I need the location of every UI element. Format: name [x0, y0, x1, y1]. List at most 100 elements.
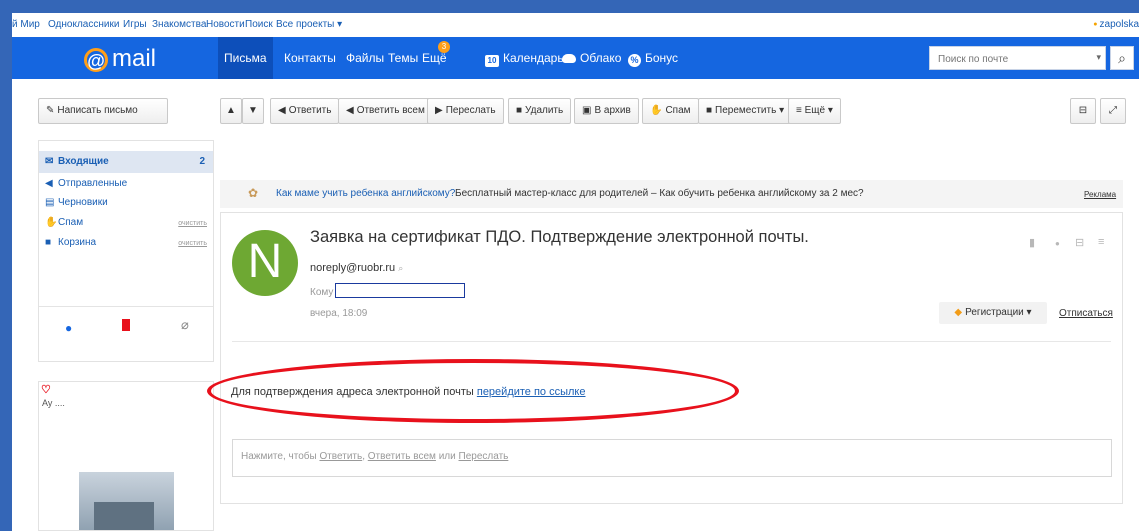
ad-banner-icon: ✿ — [248, 186, 259, 200]
nav-cloud-label: Облако — [580, 51, 622, 65]
arrow-down-icon: ▼ — [248, 105, 258, 116]
search-box: ▾ — [929, 46, 1106, 70]
spam-icon: ✋ — [45, 217, 58, 228]
clear-trash-link[interactable]: очистить — [178, 240, 207, 247]
move-label: Переместить ▾ — [715, 105, 785, 116]
nav-calendar-label: Календарь — [503, 51, 564, 65]
reply-label: Ответить — [288, 105, 332, 116]
compose-button[interactable]: ✎ Написать письмо — [38, 98, 168, 124]
cloud-icon — [562, 54, 576, 63]
message-sender[interactable]: noreply@ruobr.ru ⌕ — [310, 262, 403, 274]
folder-icon: ■ — [706, 105, 713, 116]
mail-logo[interactable]: @ mail — [84, 45, 156, 73]
ad-headline[interactable]: Как маме учить ребенка английскому? — [276, 188, 455, 199]
inbox-count: 2 — [199, 156, 205, 167]
inbox-icon: ✉ — [45, 156, 54, 167]
spam-button[interactable]: ✋ Спам — [642, 98, 699, 124]
more-actions-button[interactable]: ≡ Ещё ▾ — [788, 98, 841, 124]
folder-list: ✉ Входящие 2 ◀ Отправленные ▤ Черновики ✋Спа… — [38, 140, 214, 362]
folder-inbox[interactable]: ✉ Входящие 2 — [39, 151, 213, 173]
folder-sent[interactable]: ◀ Отправленные — [45, 178, 127, 189]
nav-cloud[interactable]: Облако — [562, 37, 621, 79]
quick-forward-link[interactable]: Переслать — [459, 451, 509, 462]
more-badge: 3 — [438, 41, 450, 53]
fullscreen-button[interactable]: ⤢ — [1100, 98, 1126, 124]
delete-label: Удалить — [525, 105, 564, 116]
read-status-dot-icon[interactable]: ● — [1055, 239, 1060, 248]
folder-spam[interactable]: ✋Спам — [45, 217, 83, 228]
sidebar-ad-text: Ау .... — [42, 398, 65, 408]
message-menu-icon[interactable]: ≡ — [1098, 236, 1104, 248]
thumbs-down-icon: ✋ — [650, 105, 663, 116]
search-button[interactable]: ⌕ — [1110, 46, 1134, 70]
search-input[interactable] — [936, 48, 1080, 70]
search-dropdown-icon[interactable]: ▾ — [1096, 52, 1101, 63]
category-button[interactable]: ◆ Регистрации ▾ — [939, 302, 1047, 324]
portal-link-ok[interactable]: Одноклассники — [48, 19, 119, 30]
header-divider — [232, 341, 1111, 342]
unread-filter-dot-icon[interactable]: ● — [65, 321, 72, 335]
message-view: N Заявка на сертификат ПДО. Подтверждени… — [207, 212, 1123, 504]
message-subject: Заявка на сертификат ПДО. Подтверждение … — [310, 228, 809, 246]
print-button[interactable]: ⊟ — [1070, 98, 1096, 124]
sidebar-ad[interactable]: ♡ Ау .... — [38, 381, 214, 531]
trash-icon: ■ — [45, 237, 52, 248]
reply-all-button[interactable]: ◀ Ответить всем — [338, 98, 433, 124]
sender-search-icon[interactable]: ⌕ — [398, 263, 403, 273]
compose-label: Написать письмо — [57, 105, 138, 116]
quick-reply-box[interactable]: Нажмите, чтобы Ответить, Ответить всем и… — [232, 439, 1112, 477]
at-logo-icon: @ — [84, 48, 108, 72]
folder-drafts[interactable]: ▤ Черновики — [45, 197, 108, 208]
ad-image-detail — [94, 502, 154, 530]
portal-link-mir[interactable]: й Мир — [12, 19, 40, 30]
prev-message-button[interactable]: ▲ — [220, 98, 242, 124]
folder-drafts-label: Черновики — [58, 197, 108, 208]
move-button[interactable]: ■ Переместить ▾ — [698, 98, 793, 124]
main-header: @ mail Письма Контакты Файлы Темы Ещё 3 1… — [12, 37, 1139, 79]
folder-trash-label: Корзина — [58, 237, 97, 248]
nav-calendar[interactable]: 10 Календарь — [485, 37, 564, 79]
portal-link-news[interactable]: Новости — [206, 19, 245, 30]
archive-button[interactable]: ▣ В архив — [574, 98, 639, 124]
tag-icon: ◆ — [954, 307, 963, 318]
sender-avatar: N — [232, 230, 298, 296]
portal-link-dating[interactable]: Знакомства — [152, 19, 206, 30]
message-date: вчера, 18:09 — [310, 308, 368, 319]
search-icon: ⌕ — [1118, 50, 1126, 66]
category-label: Регистрации ▾ — [965, 307, 1032, 318]
ad-label[interactable]: Реклама — [1084, 190, 1116, 199]
nav-letters[interactable]: Письма — [218, 37, 273, 79]
message-print-icon[interactable]: ⊟ — [1075, 236, 1084, 249]
nav-bonus-label: Бонус — [645, 51, 679, 65]
portal-link-all-projects[interactable]: Все проекты ▾ — [276, 19, 342, 30]
portal-link-games[interactable]: Игры — [123, 19, 147, 30]
nav-contacts[interactable]: Контакты — [284, 37, 336, 79]
clear-spam-link[interactable]: очистить — [178, 220, 207, 227]
drafts-icon: ▤ — [45, 197, 55, 208]
ad-banner[interactable]: ✿ Как маме учить ребенка английскому? Бе… — [220, 180, 1123, 208]
portal-user-link[interactable]: zapolska — [1093, 19, 1139, 30]
printer-icon: ⊟ — [1078, 105, 1088, 116]
attachment-filter-icon[interactable]: ⌀ — [181, 317, 189, 333]
annotation-ellipse — [207, 359, 739, 423]
flag-filter-icon[interactable] — [122, 319, 130, 331]
nav-files[interactable]: Файлы — [346, 37, 384, 79]
unsubscribe-link[interactable]: Отписаться — [1059, 308, 1113, 319]
quick-reply-sep2: или — [435, 451, 459, 462]
quick-reply-link[interactable]: Ответить — [319, 451, 362, 462]
reply-button[interactable]: ◀ Ответить — [270, 98, 340, 124]
next-message-button[interactable]: ▼ — [242, 98, 264, 124]
delete-button[interactable]: ■ Удалить — [508, 98, 572, 124]
ad-text: Бесплатный мастер-класс для родителей – … — [455, 188, 864, 199]
forward-button[interactable]: ▶ Переслать — [427, 98, 504, 124]
expand-icon: ⤢ — [1109, 105, 1117, 116]
folder-trash[interactable]: ■ Корзина — [45, 237, 96, 248]
folder-spam-label: Спам — [58, 217, 84, 228]
nav-bonus[interactable]: % Бонус — [628, 37, 678, 79]
reply-all-label: Ответить всем — [356, 105, 425, 116]
bonus-icon: % — [628, 54, 641, 67]
bookmark-icon[interactable]: ▮ — [1029, 236, 1035, 249]
nav-themes[interactable]: Темы — [388, 37, 418, 79]
portal-link-search[interactable]: Поиск — [245, 19, 273, 30]
quick-reply-all-link[interactable]: Ответить всем — [368, 451, 436, 462]
